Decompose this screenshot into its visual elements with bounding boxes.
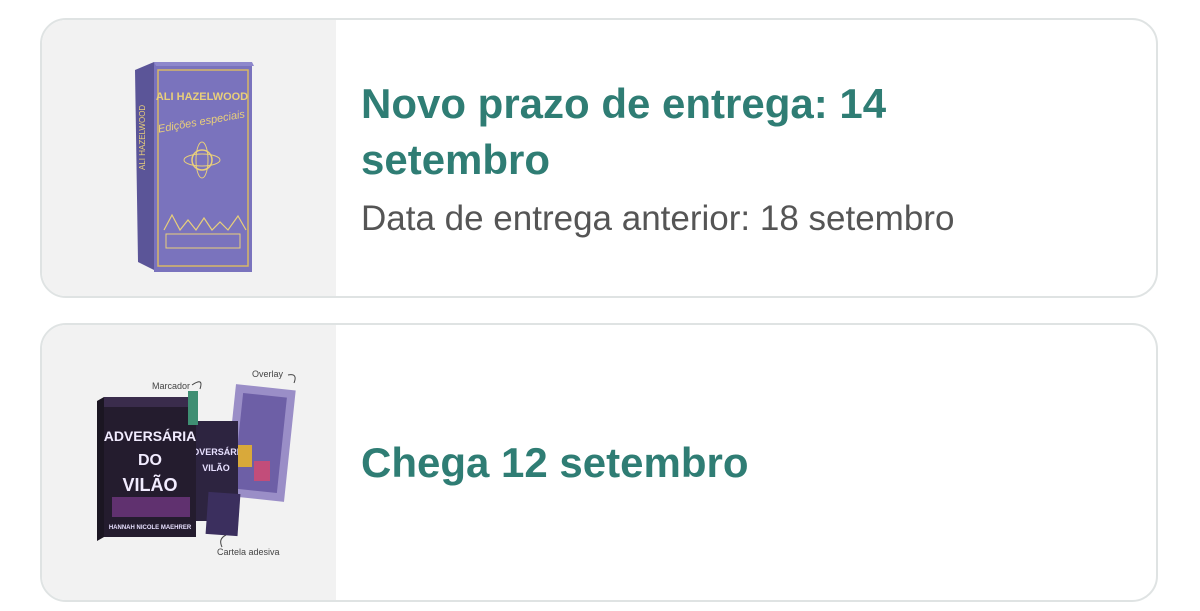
callout-overlay: Overlay — [252, 369, 284, 379]
delivery-info: Novo prazo de entrega: 14 setembro Data … — [336, 20, 1156, 296]
callout-sticker: Cartela adesiva — [217, 547, 280, 557]
callout-marker: Marcador — [152, 381, 190, 391]
previous-delivery-date: Data de entrega anterior: 18 setembro — [361, 199, 955, 238]
product-thumbnail[interactable]: ALI HAZELWOOD Edições especiais ALI HAZE… — [42, 20, 336, 296]
book-kit-image: Marcador Overlay Cartela adesiva ADVERSÁ… — [97, 369, 296, 557]
book-box-set-image: ALI HAZELWOOD Edições especiais ALI HAZE… — [135, 62, 254, 272]
svg-text:VILÃO: VILÃO — [202, 463, 230, 473]
cover-author: HANNAH NICOLE MAEHRER — [109, 525, 192, 531]
cover-title-line3: VILÃO — [122, 474, 177, 495]
product-thumbnail[interactable]: Marcador Overlay Cartela adesiva ADVERSÁ… — [42, 325, 336, 600]
delivery-headline: Chega 12 setembro — [361, 438, 749, 486]
svg-text:ALI HAZELWOOD: ALI HAZELWOOD — [138, 105, 147, 170]
delivery-card-2[interactable]: Marcador Overlay Cartela adesiva ADVERSÁ… — [40, 323, 1158, 602]
cover-title-line2: DO — [138, 452, 162, 469]
delivery-card-1[interactable]: ALI HAZELWOOD Edições especiais ALI HAZE… — [40, 18, 1158, 298]
delivery-info: Chega 12 setembro — [336, 325, 1156, 600]
delivery-headline: Novo prazo de entrega: 14 setembro — [361, 80, 887, 183]
cover-title-line1: ADVERSÁRIA — [104, 428, 197, 444]
cover-author-line: ALI HAZELWOOD — [156, 91, 248, 103]
